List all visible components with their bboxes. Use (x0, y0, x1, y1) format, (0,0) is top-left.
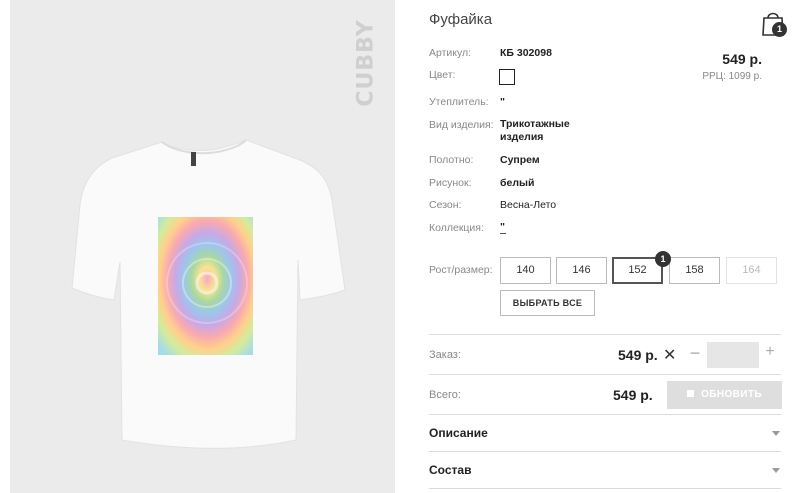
accordion-composition[interactable]: Состав (429, 463, 471, 477)
color-swatch[interactable] (499, 69, 515, 85)
collection-underline (500, 233, 506, 234)
total-label: Всего: (429, 389, 461, 401)
divider (429, 451, 781, 452)
attr-label-type: Вид изделия: (429, 119, 494, 131)
divider (429, 374, 781, 375)
brand-logo: CUBBY (353, 19, 379, 107)
attr-label-fabric: Полотно: (429, 154, 474, 166)
cart-count-badge: 1 (772, 22, 787, 37)
attr-label-collection: Коллекция: (429, 222, 484, 234)
attr-value-fabric: Супрем (500, 154, 540, 166)
product-photo[interactable]: CUBBY (10, 0, 395, 493)
attr-label-color: Цвет: (429, 69, 456, 81)
increment-button[interactable]: + (763, 343, 777, 361)
divider (429, 414, 781, 415)
chevron-down-icon[interactable] (772, 431, 780, 436)
accordion-description[interactable]: Описание (429, 426, 488, 440)
size-option-146[interactable]: 146 (556, 257, 607, 284)
attr-value-season: Весна-Лето (500, 199, 557, 211)
total-price: 549 р. (613, 387, 653, 403)
product-price: 549 р. (722, 51, 762, 67)
update-button[interactable]: ОБНОВИТЬ (667, 381, 782, 409)
update-button-label: ОБНОВИТЬ (701, 389, 762, 400)
product-title: Фуфайка (429, 11, 493, 28)
quantity-input[interactable] (707, 342, 759, 368)
tshirt-image (71, 139, 346, 449)
select-all-button[interactable]: ВЫБРАТЬ ВСЕ (500, 290, 595, 316)
order-price: 549 р. (618, 347, 658, 363)
chevron-down-icon[interactable] (772, 468, 780, 473)
attr-value-insulation: " (500, 96, 505, 108)
order-label: Заказ: (429, 349, 461, 361)
attr-label-insulation: Утеплитель: (429, 96, 489, 108)
size-option-158[interactable]: 158 (669, 257, 720, 284)
attr-label-season: Сезон: (429, 199, 462, 211)
product-rrp: РРЦ: 1099 р. (702, 71, 762, 82)
size-option-140[interactable]: 140 (500, 257, 551, 284)
sizes-label: Рост/размер: (429, 264, 493, 276)
attr-value-pattern: белый (500, 177, 535, 189)
attr-label-article: Артикул: (429, 47, 472, 59)
divider (429, 488, 781, 489)
attr-value-article: КБ 302098 (500, 47, 552, 59)
decrement-button[interactable]: − (688, 343, 702, 364)
attr-label-pattern: Рисунок: (429, 177, 472, 189)
remove-order-icon[interactable]: ✕ (663, 345, 676, 365)
divider (429, 334, 781, 335)
attr-value-type: Трикотажные изделия (500, 118, 570, 143)
square-icon (687, 390, 695, 397)
size-option-164: 164 (726, 257, 777, 284)
size-count-badge: 1 (655, 251, 671, 267)
